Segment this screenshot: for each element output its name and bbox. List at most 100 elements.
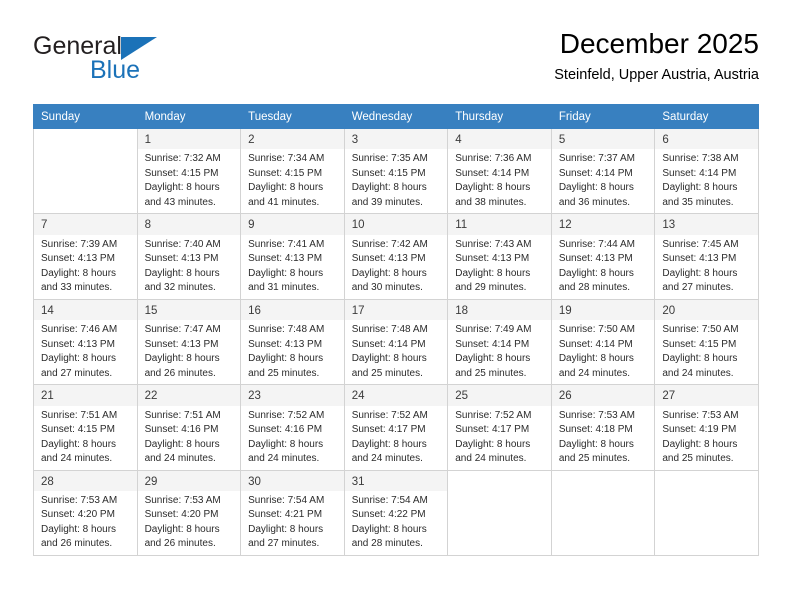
title-block: December 2025 Steinfeld, Upper Austria, … — [554, 28, 759, 84]
day-number: 20 — [655, 299, 758, 321]
calendar-day-cell[interactable]: 29 Sunrise: 7:53 AM Sunset: 4:20 PM Dayligh… — [136, 469, 242, 556]
calendar-day-cell[interactable]: 30 Sunrise: 7:54 AM Sunset: 4:21 PM Dayligh… — [240, 469, 345, 556]
daylight-text-line1: Daylight: 8 hours — [144, 438, 220, 450]
day-number: 30 — [241, 470, 344, 491]
calendar-day-cell[interactable]: 6 Sunrise: 7:38 AM Sunset: 4:14 PM Daylight… — [654, 127, 759, 215]
day-number: 27 — [655, 385, 758, 406]
daylight-text-line2: and 26 minutes. — [144, 367, 216, 379]
calendar-day-cell[interactable]: 2 Sunrise: 7:34 AM Sunset: 4:15 PM Daylight… — [240, 127, 345, 215]
daylight-text-line1: Daylight: 8 hours — [144, 523, 220, 535]
daylight-text-line1: Daylight: 8 hours — [248, 267, 324, 279]
day-sun-info: Sunrise: 7:43 AM Sunset: 4:13 PM Daylight:… — [455, 238, 545, 296]
daylight-text-line2: and 28 minutes. — [558, 282, 630, 294]
calendar-cell-content: 4 Sunrise: 7:36 AM Sunset: 4:14 PM Daylight… — [448, 129, 551, 213]
daylight-text-line1: Daylight: 8 hours — [144, 353, 220, 365]
calendar-day-cell[interactable]: 7 Sunrise: 7:39 AM Sunset: 4:13 PM Daylight… — [33, 213, 138, 300]
sunrise-text: Sunrise: 7:54 AM — [351, 494, 428, 506]
sunrise-text: Sunrise: 7:54 AM — [248, 494, 325, 506]
daylight-text-line1: Daylight: 8 hours — [455, 267, 531, 279]
sunrise-text: Sunrise: 7:48 AM — [351, 324, 428, 336]
calendar-day-cell[interactable]: 26 Sunrise: 7:53 AM Sunset: 4:18 PM Dayligh… — [550, 384, 656, 471]
day-sun-info: Sunrise: 7:54 AM Sunset: 4:21 PM Daylight:… — [248, 494, 338, 552]
sunset-text: Sunset: 4:20 PM — [41, 509, 115, 521]
calendar-day-cell[interactable]: 4 Sunrise: 7:36 AM Sunset: 4:14 PM Daylight… — [447, 127, 552, 215]
day-sun-info: Sunrise: 7:46 AM Sunset: 4:13 PM Daylight:… — [41, 323, 131, 381]
calendar-day-cell[interactable]: 19 Sunrise: 7:50 AM Sunset: 4:14 PM Dayligh… — [550, 298, 656, 386]
calendar-day-cell[interactable]: 25 Sunrise: 7:52 AM Sunset: 4:17 PM Dayligh… — [447, 384, 552, 471]
calendar-day-cell[interactable]: 24 Sunrise: 7:52 AM Sunset: 4:17 PM Dayligh… — [343, 384, 449, 471]
calendar-day-cell[interactable]: 10 Sunrise: 7:42 AM Sunset: 4:13 PM Dayligh… — [343, 213, 449, 300]
calendar-week-row: 14 Sunrise: 7:46 AM Sunset: 4:13 PM Dayligh… — [33, 298, 759, 386]
calendar-cell-content: 7 Sunrise: 7:39 AM Sunset: 4:13 PM Daylight… — [34, 214, 137, 298]
daylight-text-line1: Daylight: 8 hours — [248, 353, 324, 365]
daylight-text-line1: Daylight: 8 hours — [558, 267, 634, 279]
calendar-day-cell[interactable]: 8 Sunrise: 7:40 AM Sunset: 4:13 PM Daylight… — [136, 213, 242, 300]
calendar-week-row: 1 Sunrise: 7:32 AM Sunset: 4:15 PM Daylight… — [33, 127, 759, 215]
daylight-text-line2: and 29 minutes. — [455, 282, 527, 294]
calendar-day-cell[interactable]: 23 Sunrise: 7:52 AM Sunset: 4:16 PM Dayligh… — [240, 384, 345, 471]
calendar-day-cell[interactable]: 16 Sunrise: 7:48 AM Sunset: 4:13 PM Dayligh… — [240, 298, 345, 386]
day-sun-info: Sunrise: 7:50 AM Sunset: 4:15 PM Daylight:… — [662, 323, 752, 381]
day-sun-info: Sunrise: 7:47 AM Sunset: 4:13 PM Daylight:… — [145, 323, 235, 381]
calendar-day-cell[interactable]: 21 Sunrise: 7:51 AM Sunset: 4:15 PM Dayligh… — [33, 384, 138, 471]
sunset-text: Sunset: 4:15 PM — [248, 167, 323, 179]
calendar-day-cell[interactable]: 22 Sunrise: 7:51 AM Sunset: 4:16 PM Dayligh… — [136, 384, 242, 471]
day-number: 7 — [34, 214, 137, 235]
sunrise-text: Sunrise: 7:47 AM — [144, 324, 221, 336]
day-number: 10 — [344, 214, 448, 235]
daylight-text-line2: and 36 minutes. — [558, 196, 630, 208]
calendar-day-cell[interactable]: 27 Sunrise: 7:53 AM Sunset: 4:19 PM Dayligh… — [654, 384, 759, 471]
daylight-text-line1: Daylight: 8 hours — [455, 438, 531, 450]
sunset-text: Sunset: 4:22 PM — [351, 509, 426, 521]
day-sun-info: Sunrise: 7:51 AM Sunset: 4:15 PM Daylight:… — [41, 409, 131, 467]
day-number: 15 — [137, 299, 241, 321]
daylight-text-line1: Daylight: 8 hours — [662, 267, 738, 279]
calendar-day-cell[interactable]: 9 Sunrise: 7:41 AM Sunset: 4:13 PM Daylight… — [240, 213, 345, 300]
calendar-day-cell[interactable]: 28 Sunrise: 7:53 AM Sunset: 4:20 PM Dayligh… — [33, 469, 138, 556]
daylight-text-line2: and 24 minutes. — [144, 453, 216, 464]
calendar-day-cell[interactable]: 5 Sunrise: 7:37 AM Sunset: 4:14 PM Daylight… — [550, 127, 656, 215]
calendar-day-cell[interactable]: 1 Sunrise: 7:32 AM Sunset: 4:15 PM Daylight… — [136, 127, 242, 215]
day-number: 13 — [655, 214, 758, 235]
calendar-cell-content: 21 Sunrise: 7:51 AM Sunset: 4:15 PM Dayligh… — [34, 385, 137, 469]
day-sun-info: Sunrise: 7:53 AM Sunset: 4:18 PM Daylight:… — [559, 409, 649, 467]
calendar-day-cell[interactable]: 20 Sunrise: 7:50 AM Sunset: 4:15 PM Dayligh… — [654, 298, 759, 386]
daylight-text-line1: Daylight: 8 hours — [351, 267, 427, 279]
day-sun-info: Sunrise: 7:41 AM Sunset: 4:13 PM Daylight:… — [248, 238, 338, 296]
day-sun-info: Sunrise: 7:44 AM Sunset: 4:13 PM Daylight:… — [559, 238, 649, 296]
calendar-cell-content: 2 Sunrise: 7:34 AM Sunset: 4:15 PM Daylight… — [241, 129, 344, 213]
sunset-text: Sunset: 4:13 PM — [248, 338, 323, 350]
day-number: 9 — [241, 214, 344, 235]
sunset-text: Sunset: 4:18 PM — [558, 424, 633, 435]
daylight-text-line1: Daylight: 8 hours — [248, 182, 324, 194]
day-sun-info: Sunrise: 7:39 AM Sunset: 4:13 PM Daylight:… — [41, 238, 131, 296]
day-sun-info: Sunrise: 7:34 AM Sunset: 4:15 PM Daylight:… — [248, 152, 338, 210]
day-sun-info: Sunrise: 7:48 AM Sunset: 4:14 PM Daylight:… — [352, 323, 442, 381]
day-number: 11 — [448, 214, 551, 235]
daylight-text-line2: and 30 minutes. — [351, 282, 423, 294]
sunset-text: Sunset: 4:16 PM — [144, 424, 219, 435]
daylight-text-line1: Daylight: 8 hours — [41, 438, 117, 450]
calendar-cell-content: 9 Sunrise: 7:41 AM Sunset: 4:13 PM Daylight… — [241, 214, 344, 298]
day-sun-info: Sunrise: 7:52 AM Sunset: 4:17 PM Daylight:… — [352, 409, 442, 467]
sunset-text: Sunset: 4:13 PM — [41, 338, 115, 350]
calendar-day-cell[interactable]: 11 Sunrise: 7:43 AM Sunset: 4:13 PM Dayligh… — [447, 213, 552, 300]
calendar-day-cell[interactable]: 17 Sunrise: 7:48 AM Sunset: 4:14 PM Dayligh… — [343, 298, 449, 386]
day-number — [559, 475, 649, 488]
sunrise-text: Sunrise: 7:51 AM — [41, 409, 118, 421]
daylight-text-line2: and 24 minutes. — [662, 367, 734, 379]
calendar-day-cell[interactable]: 14 Sunrise: 7:46 AM Sunset: 4:13 PM Dayligh… — [33, 298, 138, 386]
calendar-day-cell[interactable]: 31 Sunrise: 7:54 AM Sunset: 4:22 PM Dayligh… — [343, 469, 449, 556]
day-sun-info: Sunrise: 7:52 AM Sunset: 4:16 PM Daylight:… — [248, 409, 338, 467]
calendar-day-cell[interactable]: 18 Sunrise: 7:49 AM Sunset: 4:14 PM Dayligh… — [447, 298, 552, 386]
calendar-day-cell[interactable]: 12 Sunrise: 7:44 AM Sunset: 4:13 PM Dayligh… — [550, 213, 656, 300]
sunset-text: Sunset: 4:13 PM — [144, 338, 219, 350]
daylight-text-line1: Daylight: 8 hours — [351, 438, 427, 450]
calendar-day-cell[interactable]: 3 Sunrise: 7:35 AM Sunset: 4:15 PM Daylight… — [343, 127, 449, 215]
daylight-text-line2: and 27 minutes. — [41, 367, 113, 379]
day-sun-info: Sunrise: 7:54 AM Sunset: 4:22 PM Daylight:… — [352, 494, 442, 552]
calendar-day-cell[interactable]: 13 Sunrise: 7:45 AM Sunset: 4:13 PM Dayligh… — [654, 213, 759, 300]
daylight-text-line1: Daylight: 8 hours — [248, 438, 324, 450]
calendar-day-cell[interactable]: 15 Sunrise: 7:47 AM Sunset: 4:13 PM Dayligh… — [136, 298, 242, 386]
sunset-text: Sunset: 4:15 PM — [41, 424, 115, 435]
